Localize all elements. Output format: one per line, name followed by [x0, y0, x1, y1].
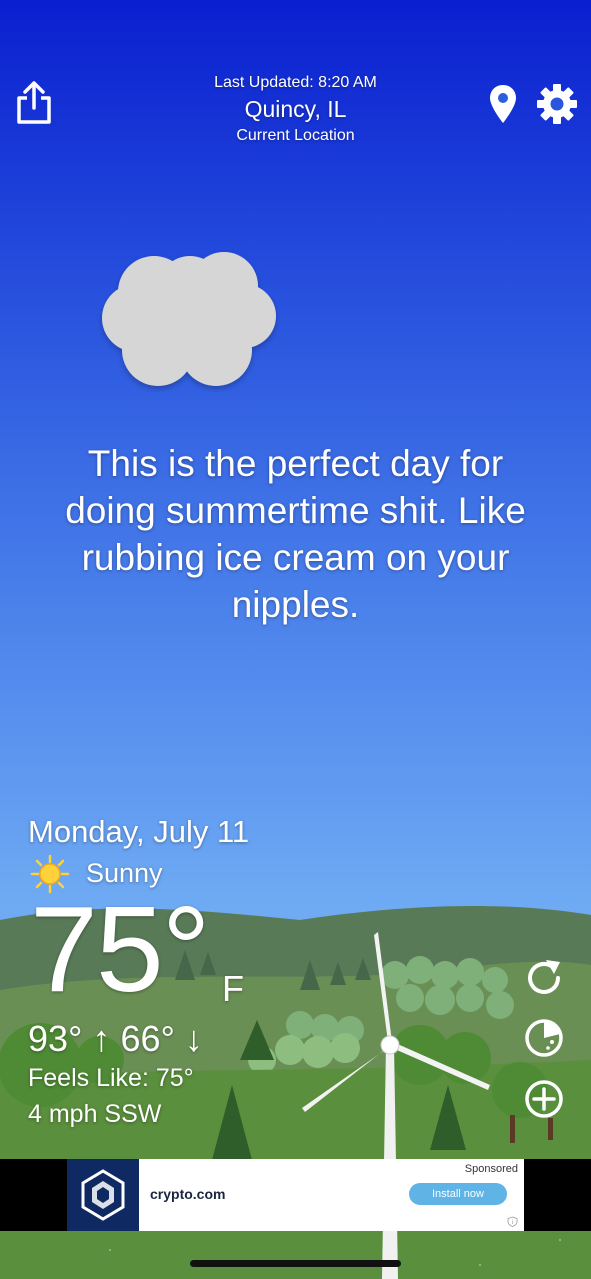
plus-circle-icon[interactable] [522, 1077, 566, 1121]
install-now-button[interactable]: Install now [409, 1183, 507, 1205]
map-pin-icon[interactable] [487, 83, 519, 125]
ad-brand-name: crypto.com [150, 1186, 226, 1202]
radar-icon[interactable] [522, 1016, 566, 1060]
wind-speed: 4 mph SSW [28, 1100, 162, 1128]
crypto-logo-icon [67, 1159, 139, 1231]
svg-text:i: i [512, 1220, 513, 1226]
home-indicator[interactable] [190, 1260, 401, 1267]
ad-banner[interactable]: crypto.com Sponsored Install now i [0, 1159, 591, 1231]
ad-sponsored-label: Sponsored [464, 1163, 518, 1175]
weather-quote: This is the perfect day for doing summer… [65, 443, 526, 625]
ad-info-icon[interactable]: i [507, 1216, 518, 1227]
cloud-icon [102, 252, 276, 386]
current-temperature: 75° [30, 881, 210, 1017]
refresh-icon[interactable] [522, 956, 566, 1000]
temperature-unit[interactable]: F [222, 968, 244, 1010]
ad-content[interactable]: crypto.com Sponsored Install now i [67, 1159, 524, 1231]
date-label: Monday, July 11 [28, 814, 250, 849]
gear-icon[interactable] [536, 83, 578, 125]
feels-like: Feels Like: 75° [28, 1064, 194, 1092]
high-low-temperature: 93° ↑ 66° ↓ [28, 1018, 203, 1059]
location-label: Current Location [236, 127, 355, 144]
